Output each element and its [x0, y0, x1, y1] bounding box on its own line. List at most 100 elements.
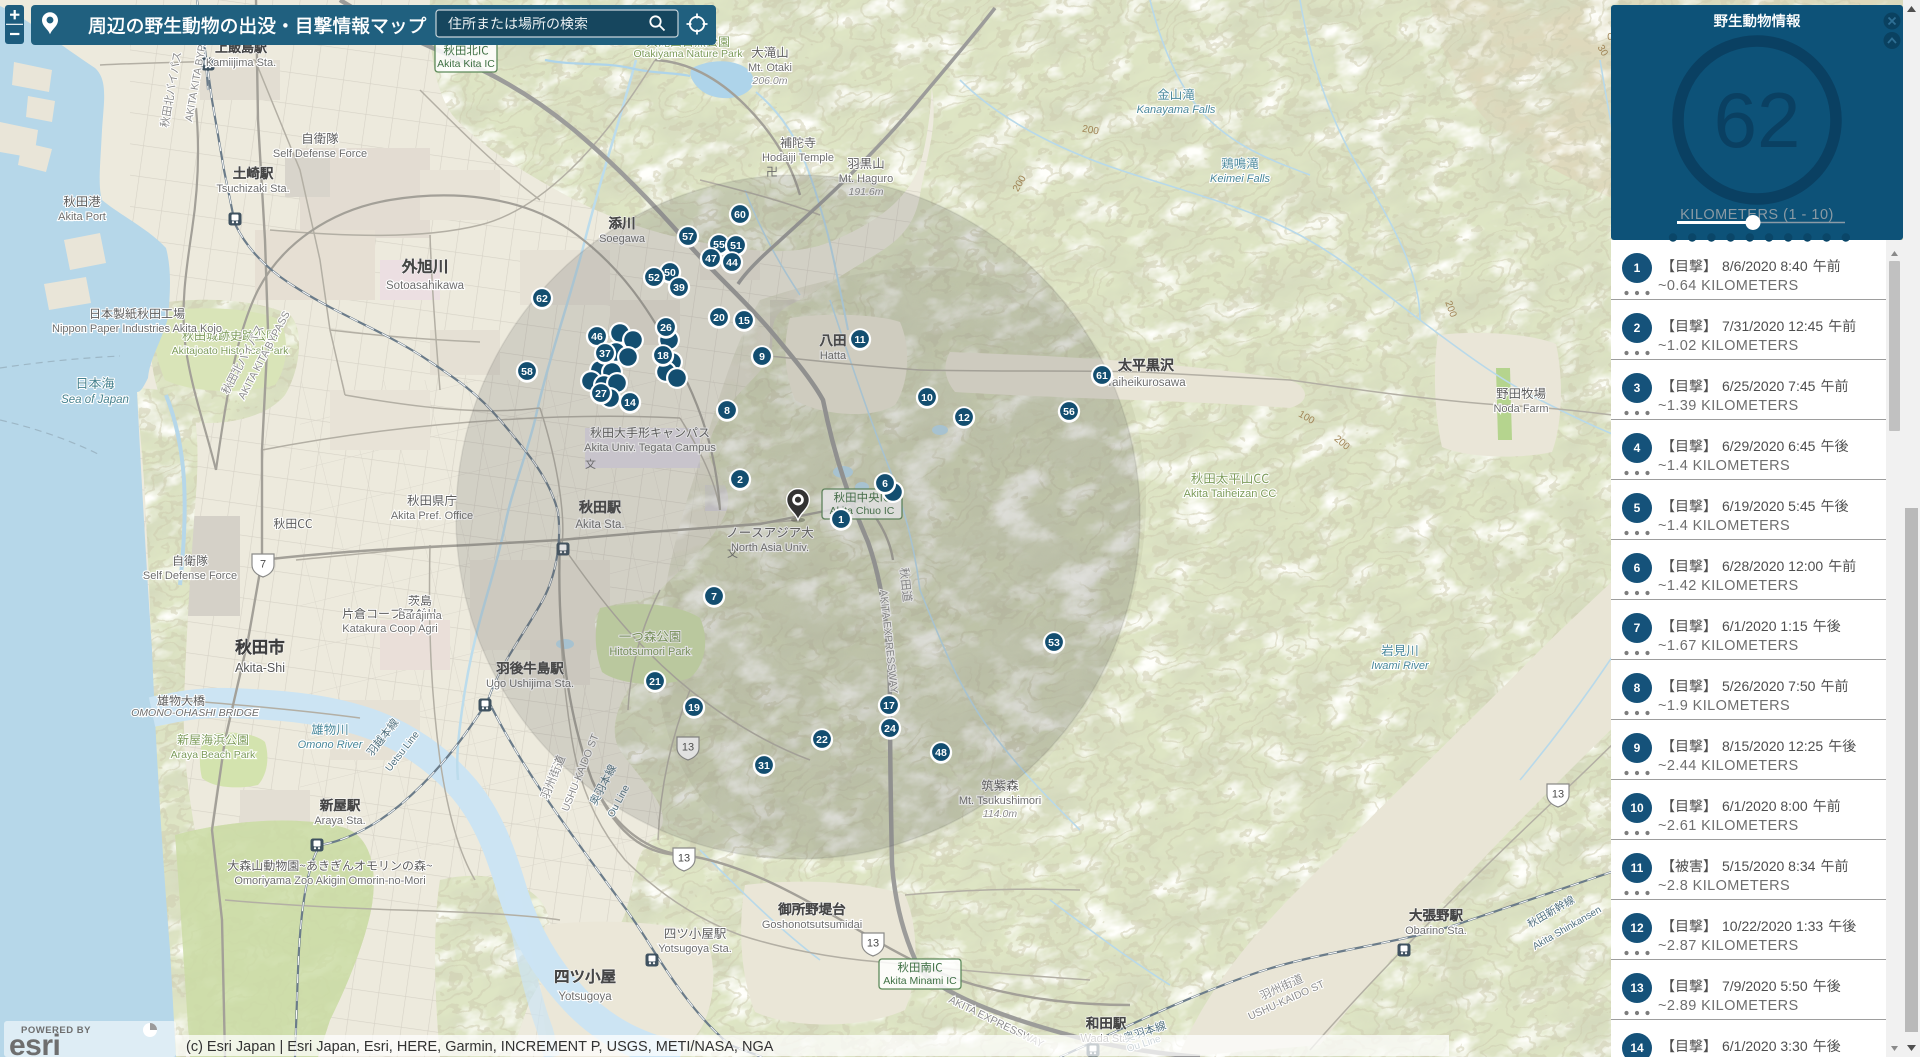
svg-text:13: 13 [1630, 981, 1644, 995]
svg-text:10: 10 [921, 392, 933, 404]
svg-text:Kamiijima Sta.: Kamiijima Sta. [206, 57, 276, 69]
svg-text:1: 1 [838, 514, 844, 526]
svg-text:5: 5 [1634, 501, 1641, 515]
svg-text:46: 46 [591, 331, 603, 343]
svg-text:Hodaiji Temple: Hodaiji Temple [762, 152, 834, 164]
svg-text:6/1/2020 1:15: 6/1/2020 1:15 [1722, 618, 1808, 634]
svg-text:27: 27 [595, 388, 607, 400]
svg-text:7/9/2020 5:50: 7/9/2020 5:50 [1722, 978, 1808, 994]
svg-text:Noda Farm: Noda Farm [1493, 403, 1548, 415]
svg-text:14: 14 [1630, 1041, 1644, 1055]
svg-text:9: 9 [1634, 741, 1641, 755]
svg-text:~2.44 KILOMETERS: ~2.44 KILOMETERS [1658, 758, 1799, 774]
svg-text:48: 48 [935, 747, 947, 759]
svg-text:58: 58 [521, 366, 533, 378]
svg-text:62: 62 [536, 293, 548, 305]
svg-text:Akita-Shi: Akita-Shi [235, 661, 285, 675]
svg-text:~1.67 KILOMETERS: ~1.67 KILOMETERS [1658, 638, 1799, 654]
svg-text:51: 51 [730, 240, 742, 252]
svg-text:56: 56 [1063, 406, 1075, 418]
svg-text:Akita Kita IC: Akita Kita IC [437, 58, 495, 70]
svg-text:~2.89 KILOMETERS: ~2.89 KILOMETERS [1658, 998, 1799, 1014]
svg-text:47: 47 [705, 253, 717, 265]
svg-text:57: 57 [682, 231, 694, 243]
svg-text:Self Defense Force: Self Defense Force [143, 570, 237, 582]
svg-text:19: 19 [688, 702, 700, 714]
svg-text:Sea of Japan: Sea of Japan [61, 394, 129, 406]
svg-text:26: 26 [660, 322, 672, 334]
svg-text:Self Defense Force: Self Defense Force [273, 148, 367, 160]
svg-text:~1.39 KILOMETERS: ~1.39 KILOMETERS [1658, 398, 1799, 414]
svg-text:20: 20 [713, 312, 725, 324]
svg-text:~1.4 KILOMETERS: ~1.4 KILOMETERS [1658, 518, 1790, 534]
svg-text:13: 13 [678, 853, 690, 865]
svg-text:2: 2 [737, 474, 743, 486]
svg-text:62: 62 [1714, 76, 1801, 164]
svg-text:Tsuchizaki Sta.: Tsuchizaki Sta. [216, 183, 289, 195]
svg-text:6/1/2020 3:30: 6/1/2020 3:30 [1722, 1038, 1808, 1054]
svg-text:~1.4 KILOMETERS: ~1.4 KILOMETERS [1658, 458, 1790, 474]
svg-text:6/28/2020 12:00: 6/28/2020 12:00 [1722, 558, 1823, 574]
svg-text:44: 44 [726, 257, 738, 269]
svg-text:31: 31 [758, 760, 770, 772]
svg-text:5/15/2020 8:34: 5/15/2020 8:34 [1722, 858, 1816, 874]
svg-text:~2.61 KILOMETERS: ~2.61 KILOMETERS [1658, 818, 1799, 834]
svg-text:39: 39 [673, 282, 685, 294]
svg-text:Barajima: Barajima [398, 610, 442, 622]
svg-text:37: 37 [599, 348, 611, 360]
svg-text:14: 14 [624, 397, 636, 409]
svg-text:Goshonotsutsumidai: Goshonotsutsumidai [762, 919, 862, 931]
svg-text:6/25/2020 7:45: 6/25/2020 7:45 [1722, 378, 1816, 394]
svg-text:2: 2 [1634, 321, 1641, 335]
svg-text:114.0m: 114.0m [983, 808, 1017, 820]
svg-text:Katakura Coop Agri: Katakura Coop Agri [342, 623, 437, 635]
svg-text:8/15/2020 12:25: 8/15/2020 12:25 [1722, 738, 1823, 754]
svg-text:21: 21 [649, 676, 661, 688]
svg-text:~1.02 KILOMETERS: ~1.02 KILOMETERS [1658, 338, 1799, 354]
svg-text:Araya Beach Park: Araya Beach Park [171, 749, 256, 761]
svg-text:8: 8 [1634, 681, 1641, 695]
svg-text:13: 13 [1552, 789, 1564, 801]
svg-text:3: 3 [1634, 381, 1641, 395]
svg-text:Akita Minami IC: Akita Minami IC [883, 975, 957, 987]
svg-text:esri: esri [9, 1029, 60, 1057]
svg-text:18: 18 [657, 350, 669, 362]
svg-text:Yotsugoya: Yotsugoya [558, 991, 612, 1003]
svg-text:206.0m: 206.0m [751, 75, 787, 87]
svg-text:Akita Port: Akita Port [58, 211, 106, 223]
svg-text:Keimei Falls: Keimei Falls [1210, 173, 1270, 185]
svg-text:Otakiyama Nature Park: Otakiyama Nature Park [633, 48, 743, 60]
svg-text:13: 13 [867, 938, 879, 950]
svg-text:9: 9 [759, 351, 765, 363]
svg-text:Kanayama Falls: Kanayama Falls [1137, 104, 1216, 116]
svg-text:6: 6 [1634, 561, 1641, 575]
svg-text:7: 7 [711, 591, 717, 603]
svg-text:4: 4 [1634, 441, 1641, 455]
svg-text:50: 50 [664, 267, 676, 279]
svg-text:1: 1 [1634, 261, 1641, 275]
svg-text:10: 10 [1630, 801, 1644, 815]
svg-text:6/19/2020 5:45: 6/19/2020 5:45 [1722, 498, 1816, 514]
svg-text:6/29/2020 6:45: 6/29/2020 6:45 [1722, 438, 1816, 454]
svg-text:~1.42 KILOMETERS: ~1.42 KILOMETERS [1658, 578, 1799, 594]
svg-text:24: 24 [884, 723, 896, 735]
svg-text:5/26/2020 7:50: 5/26/2020 7:50 [1722, 678, 1816, 694]
svg-text:~1.9 KILOMETERS: ~1.9 KILOMETERS [1658, 698, 1790, 714]
svg-text:Obarino Sta.: Obarino Sta. [1405, 925, 1467, 937]
svg-text:17: 17 [883, 700, 895, 712]
svg-text:12: 12 [958, 412, 970, 424]
svg-text:6/1/2020 8:00: 6/1/2020 8:00 [1722, 798, 1808, 814]
svg-text:Omono River: Omono River [298, 739, 364, 751]
svg-text:Akita Taiheizan CC: Akita Taiheizan CC [1184, 488, 1277, 500]
svg-text:Mt. Otaki: Mt. Otaki [748, 62, 792, 74]
svg-text:60: 60 [734, 209, 746, 221]
svg-text:61: 61 [1096, 370, 1108, 382]
svg-text:~0.64 KILOMETERS: ~0.64 KILOMETERS [1658, 278, 1799, 294]
svg-text:6: 6 [882, 478, 888, 490]
svg-text:Omoriyama Zoo Akigin Omorin-no: Omoriyama Zoo Akigin Omorin-no-Mori [234, 875, 425, 887]
svg-text:11: 11 [854, 334, 865, 346]
svg-text:12: 12 [1630, 921, 1644, 935]
svg-text:7/31/2020 12:45: 7/31/2020 12:45 [1722, 318, 1823, 334]
svg-text:OMONO-OHASHI BRIDGE: OMONO-OHASHI BRIDGE [131, 707, 260, 719]
svg-text:10/22/2020 1:33: 10/22/2020 1:33 [1722, 918, 1823, 934]
